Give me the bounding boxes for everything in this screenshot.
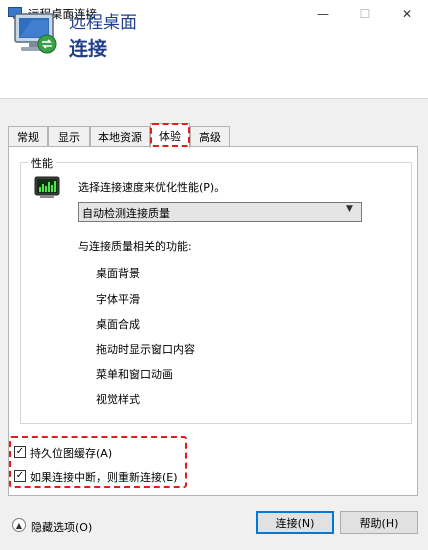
feature-show-window-contents: 拖动时显示窗口内容 — [96, 343, 195, 356]
connect-button[interactable]: 连接(N) — [256, 511, 334, 534]
chevron-up-icon[interactable]: ▲ — [12, 518, 26, 532]
header-title-line1: 远程桌面 — [69, 13, 137, 33]
feature-desktop-background: 桌面背景 — [96, 267, 140, 280]
persistent-bitmap-label[interactable]: 持久位图缓存(A) — [30, 445, 112, 461]
performance-group-label: 性能 — [28, 155, 56, 171]
connection-speed-value: 自动检测连接质量 — [82, 207, 170, 220]
connection-speed-label: 选择连接速度来优化性能(P)。 — [78, 181, 226, 194]
reconnect-label[interactable]: 如果连接中断，则重新连接(E) — [30, 469, 178, 485]
header-banner — [0, 28, 428, 99]
feature-menu-animations: 菜单和窗口动画 — [96, 368, 173, 381]
minimize-button[interactable]: — — [302, 0, 344, 28]
maximize-button[interactable]: ☐ — [344, 0, 386, 28]
feature-desktop-composition: 桌面合成 — [96, 318, 140, 331]
chevron-down-icon: ▼ — [346, 204, 353, 214]
help-button[interactable]: 帮助(H) — [340, 511, 418, 534]
tab-local-resources[interactable]: 本地资源 — [90, 126, 150, 146]
reconnect-checkbox[interactable]: ✓ — [14, 470, 26, 482]
features-heading: 与连接质量相关的功能: — [78, 240, 192, 253]
tab-general[interactable]: 常规 — [8, 126, 48, 146]
remote-monitor-icon — [14, 13, 57, 54]
header-title-line2: 连接 — [69, 38, 108, 60]
persistent-bitmap-checkbox[interactable]: ✓ — [14, 446, 26, 458]
performance-meter-icon — [34, 176, 60, 198]
feature-visual-styles: 视觉样式 — [96, 393, 140, 406]
tab-display[interactable]: 显示 — [48, 126, 90, 146]
close-button[interactable]: ✕ — [386, 0, 428, 28]
tab-experience[interactable]: 体验 — [150, 123, 190, 148]
feature-font-smoothing: 字体平滑 — [96, 293, 140, 306]
hide-options-link[interactable]: 隐藏选项(O) — [31, 519, 92, 535]
tab-advanced[interactable]: 高级 — [190, 126, 230, 146]
